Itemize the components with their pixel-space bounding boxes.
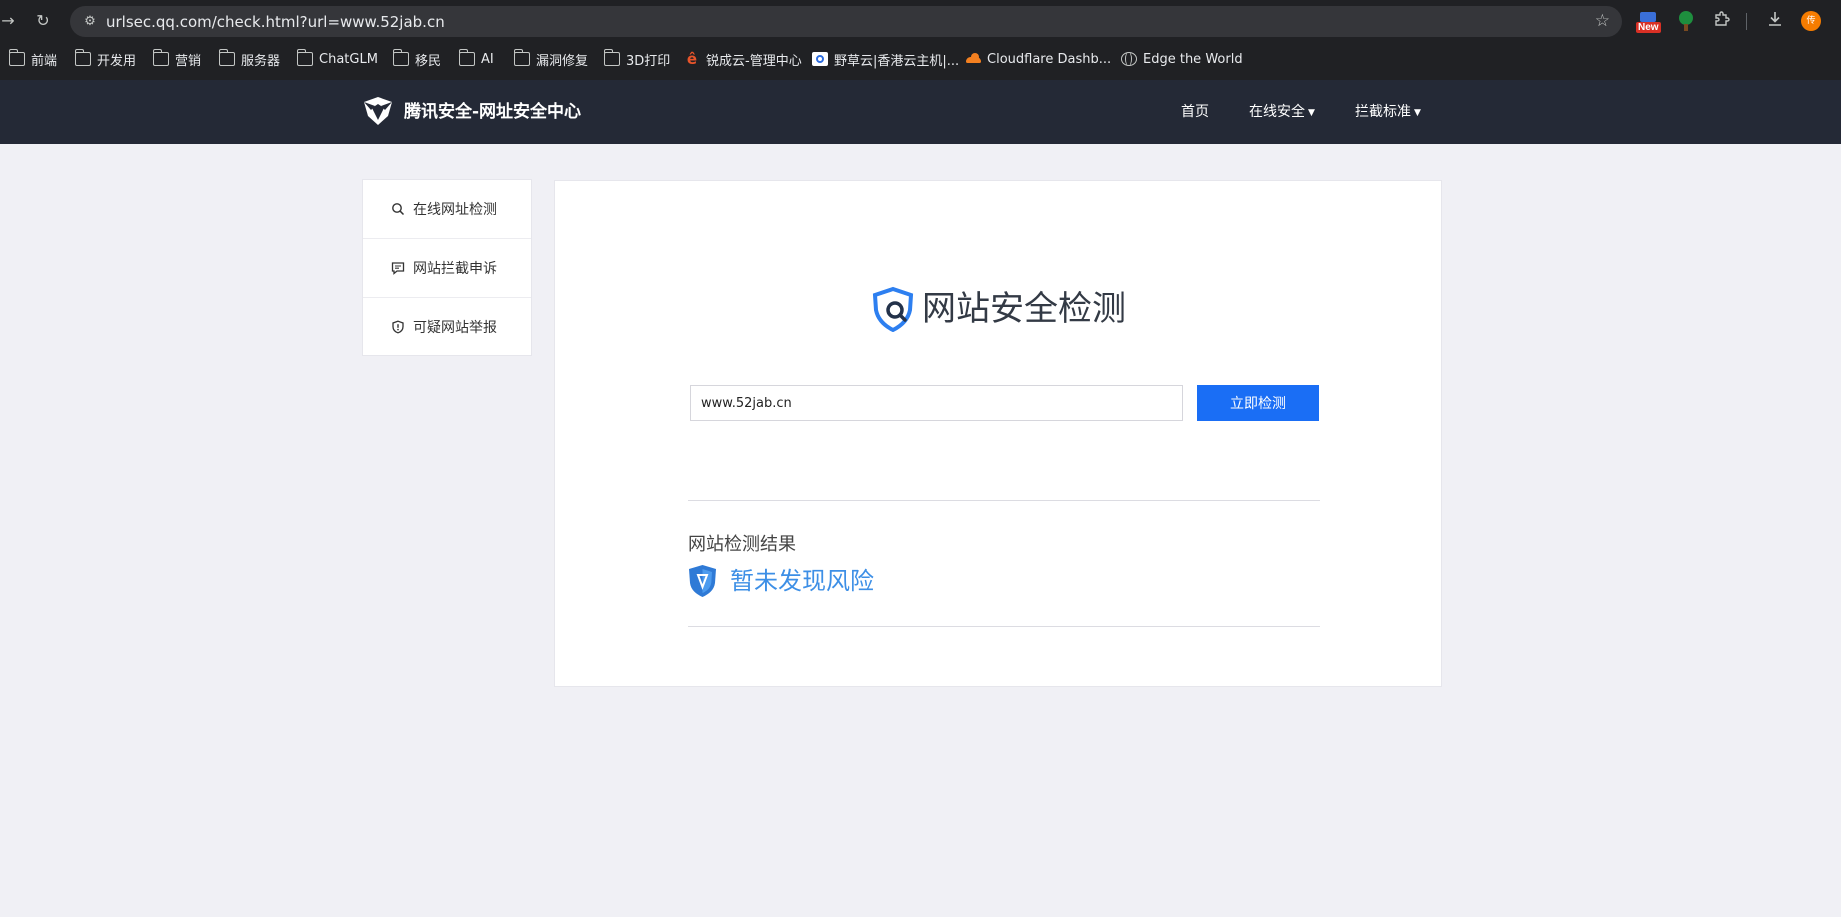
nav-block-standards[interactable]: 拦截标准 ▼ <box>1355 100 1421 125</box>
folder-icon <box>8 49 25 66</box>
bookmark-item[interactable]: AI <box>458 48 494 70</box>
safe-shield-icon <box>689 565 716 597</box>
address-bar[interactable]: ⚙ urlsec.qq.com/check.html?url=www.52jab… <box>70 6 1622 37</box>
new-extension-icon[interactable]: New <box>1636 10 1662 34</box>
new-badge: New <box>1636 22 1661 33</box>
site-settings-icon[interactable]: ⚙ <box>80 12 100 32</box>
bookmark-item[interactable]: Cloudflare Dashb... <box>965 48 1111 70</box>
divider <box>688 500 1320 501</box>
nav-home[interactable]: 首页 <box>1181 100 1209 124</box>
folder-icon <box>296 49 313 66</box>
browser-toolbar: → ↻ ⚙ urlsec.qq.com/check.html?url=www.5… <box>0 0 1841 43</box>
result-text: 暂未发现风险 <box>730 567 874 595</box>
sidebar: 在线网址检测 网站拦截申诉 可疑网站举报 <box>362 179 532 356</box>
folder-icon <box>513 49 530 66</box>
folder-icon <box>152 49 169 66</box>
result-status: 暂未发现风险 <box>688 563 874 599</box>
folder-icon <box>218 49 235 66</box>
site-header: 腾讯安全-网址安全中心 首页 在线安全 ▼ 拦截标准 ▼ <box>0 80 1841 144</box>
folder-icon <box>458 49 475 66</box>
check-now-button[interactable]: 立即检测 <box>1197 385 1319 421</box>
tencent-security-logo-icon[interactable] <box>361 94 395 128</box>
toolbar-divider <box>1746 13 1747 30</box>
reload-icon[interactable]: ↻ <box>32 10 54 32</box>
tree-extension-icon[interactable] <box>1677 11 1695 31</box>
profile-avatar[interactable]: 传 <box>1801 11 1821 31</box>
security-scan-icon <box>872 286 914 332</box>
main-panel: 网站安全检测 立即检测 网站检测结果 暂未发现风险 <box>554 180 1442 687</box>
divider <box>688 626 1320 627</box>
message-icon <box>391 261 405 275</box>
page-title-text: 网站安全检测 <box>922 289 1126 329</box>
bookmark-star-icon[interactable]: ☆ <box>1595 11 1610 31</box>
bookmark-item[interactable]: ê 锐成云-管理中心 <box>684 48 802 70</box>
bookmark-item[interactable]: 开发用 <box>74 48 136 70</box>
extensions-puzzle-icon[interactable] <box>1711 10 1733 32</box>
site-logo-text[interactable]: 腾讯安全-网址安全中心 <box>404 100 581 124</box>
address-bar-url[interactable]: urlsec.qq.com/check.html?url=www.52jab.c… <box>106 12 445 32</box>
sidebar-item-appeal[interactable]: 网站拦截申诉 <box>363 238 531 296</box>
cloudflare-icon <box>965 52 981 66</box>
browser-chrome: → ↻ ⚙ urlsec.qq.com/check.html?url=www.5… <box>0 0 1841 80</box>
bookmark-item[interactable]: 漏洞修复 <box>513 48 588 70</box>
downloads-icon[interactable] <box>1764 10 1786 32</box>
url-input[interactable] <box>690 385 1183 421</box>
folder-icon <box>392 49 409 66</box>
folder-icon <box>74 49 91 66</box>
bookmark-item[interactable]: 服务器 <box>218 48 280 70</box>
caret-down-icon: ▼ <box>1308 108 1315 118</box>
bookmark-item[interactable]: ChatGLM <box>296 48 378 70</box>
bookmark-item[interactable]: Edge the World <box>1121 48 1243 70</box>
nav-online-security[interactable]: 在线安全 ▼ <box>1249 100 1315 125</box>
forward-icon[interactable]: → <box>0 10 19 32</box>
globe-icon <box>1121 52 1137 66</box>
folder-icon <box>603 49 620 66</box>
caret-down-icon: ▼ <box>1414 108 1421 118</box>
bookmark-item[interactable]: 营销 <box>152 48 201 70</box>
bookmark-item[interactable]: 野草云|香港云主机|... <box>812 48 959 70</box>
sidebar-item-url-check[interactable]: 在线网址检测 <box>363 180 531 238</box>
page-title: 网站安全检测 <box>870 286 1126 332</box>
shield-icon <box>392 320 404 333</box>
bookmark-item[interactable]: 3D打印 <box>603 48 670 70</box>
eye-icon <box>812 52 828 66</box>
search-icon <box>392 203 405 216</box>
bookmark-item[interactable]: 前端 <box>8 48 57 70</box>
bookmark-item[interactable]: 移民 <box>392 48 441 70</box>
bookmarks-bar: 前端 开发用 营销 服务器 ChatGLM 移民 AI 漏洞修复 3D打印 ê锐… <box>0 46 1841 72</box>
result-label: 网站检测结果 <box>688 534 796 555</box>
e-icon: ê <box>686 50 698 68</box>
sidebar-item-report[interactable]: 可疑网站举报 <box>363 297 531 355</box>
